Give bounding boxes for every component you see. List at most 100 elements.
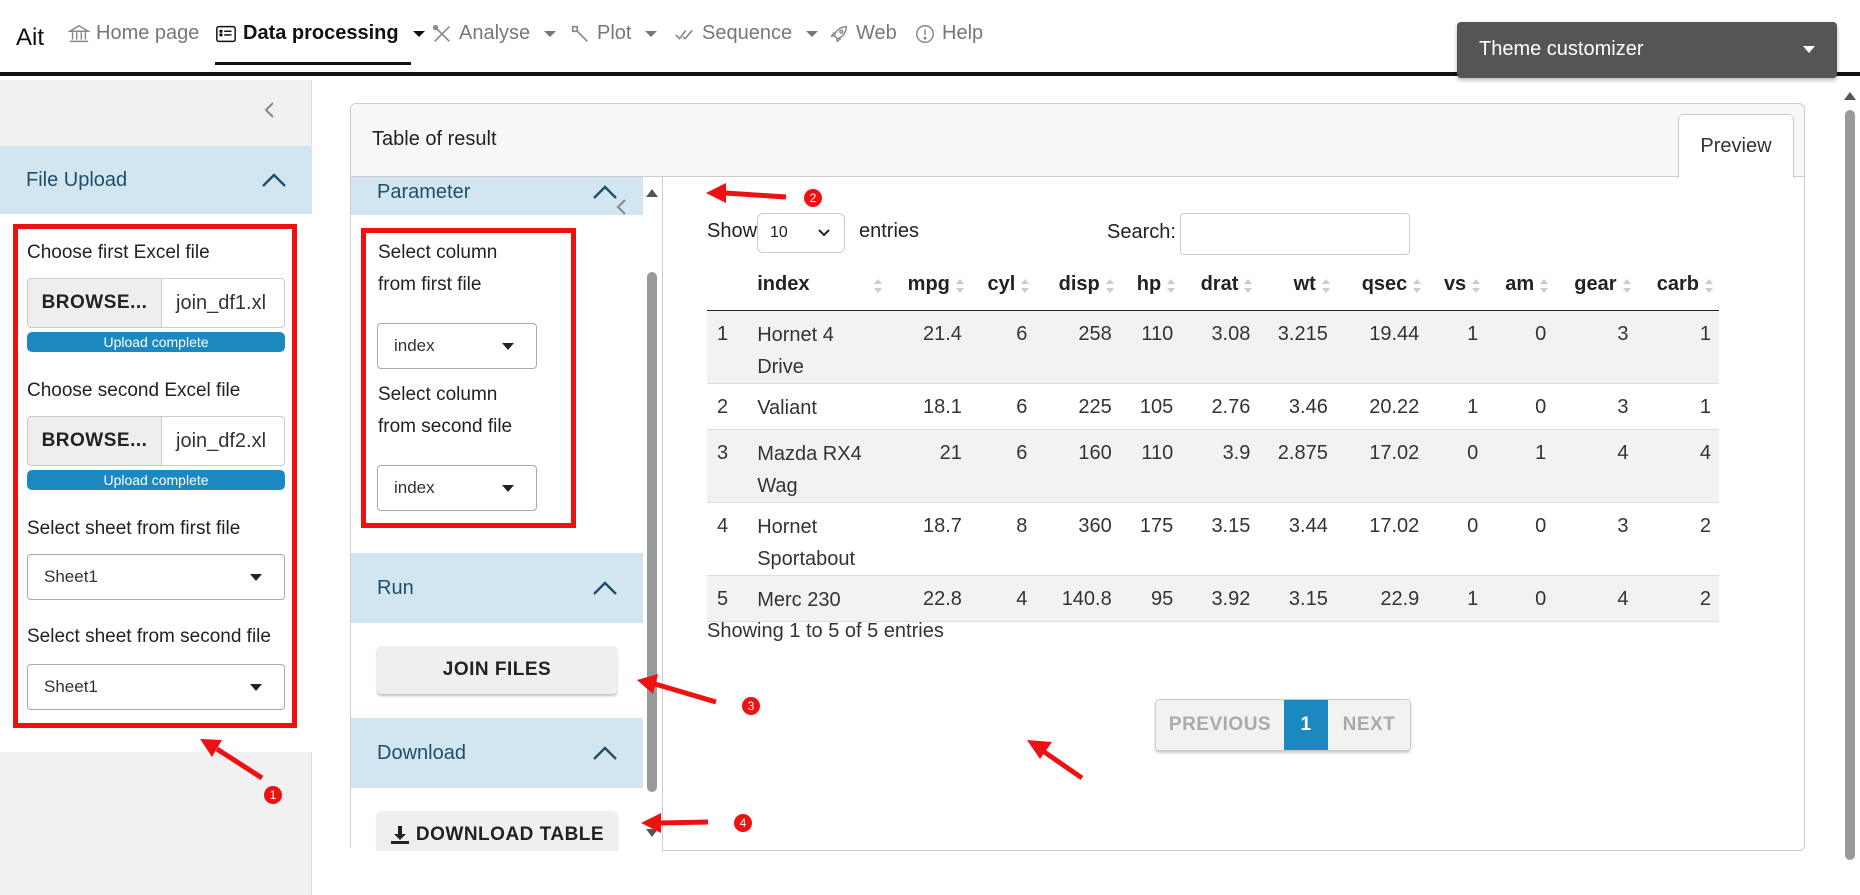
sheet-first-select[interactable]: Sheet1 [27, 554, 285, 600]
chevron-left-icon[interactable] [616, 199, 628, 215]
col-header-label: mpg [907, 273, 950, 296]
cell-index-line2: Sportabout [757, 547, 856, 570]
parameter-header[interactable]: Parameter [351, 177, 643, 215]
scroll-thumb[interactable] [647, 272, 657, 792]
theme-customizer-button[interactable]: Theme customizer [1457, 22, 1837, 78]
nav-plot[interactable]: Plot [569, 22, 658, 45]
cell-am: 1 [1486, 429, 1555, 503]
show-label: Show [707, 220, 758, 242]
download-table-button[interactable]: DOWNLOAD TABLE [377, 811, 617, 851]
next-button[interactable]: NEXT [1328, 700, 1410, 750]
col-header-cyl[interactable]: cyl [969, 260, 1036, 311]
page-1-button[interactable]: 1 [1284, 700, 1328, 750]
cell-index: Mazda RX4 Wag [749, 429, 888, 503]
col-second-select[interactable]: index [377, 465, 537, 511]
col-header-wt[interactable]: wt [1258, 260, 1336, 311]
tab-preview[interactable]: Preview [1678, 114, 1794, 178]
entries-select[interactable]: 10 [757, 213, 845, 253]
nav-data-processing[interactable]: Data processing [215, 22, 425, 45]
download-table-label: DOWNLOAD TABLE [415, 824, 605, 845]
col-first-label-line1: Select column [378, 242, 498, 263]
col-first-select[interactable]: index [377, 323, 537, 369]
col-second-label-line2: from second file [378, 416, 513, 437]
entries-value: 10 [770, 224, 788, 241]
sort-icon [1167, 279, 1176, 293]
sort-icon [1321, 279, 1330, 293]
table-row[interactable]: 2 Valiant 18.1 6 225 105 2.76 3.46 20.22 1 0 3 1 [707, 383, 1719, 430]
nav-analyse-label: Analyse [459, 22, 531, 44]
col-second-value: index [394, 478, 435, 497]
sort-icon [1540, 279, 1549, 293]
cell-mpg: 22.8 [887, 575, 970, 622]
cell-gear: 3 [1554, 502, 1637, 576]
result-card: Table of result Preview Parameter Select… [350, 103, 1805, 851]
browse-second-button[interactable]: BROWSE... [28, 417, 162, 465]
table-row[interactable]: 5 Merc 230 22.8 4 140.8 95 3.92 3.15 22.9 1 0 4 2 [707, 575, 1719, 622]
active-tab-indicator [215, 62, 411, 65]
table-info: Showing 1 to 5 of 5 entries [707, 620, 944, 642]
table-row[interactable]: 3 Mazda RX4 Wag 21 6 160 110 3.9 2.875 17.02 0 1 4 4 [707, 429, 1719, 503]
nav-web[interactable]: Web [828, 22, 897, 45]
cell-carb: 1 [1636, 383, 1719, 430]
cell-hp: 110 [1119, 429, 1182, 503]
cell-mpg: 18.7 [887, 502, 970, 576]
download-header[interactable]: Download [351, 718, 643, 788]
col-header-label: qsec [1361, 273, 1408, 296]
sort-icon [1705, 279, 1713, 293]
col-header-mpg[interactable]: mpg [887, 260, 970, 311]
cell-am: 0 [1486, 502, 1555, 576]
page-scroll-thumb[interactable] [1845, 110, 1855, 860]
cell-wt: 3.44 [1258, 502, 1336, 576]
second-upload-progress: Upload complete [27, 470, 285, 490]
file-upload-header[interactable]: File Upload [0, 146, 312, 214]
sheet-second-select[interactable]: Sheet1 [27, 664, 285, 710]
chevron-down-icon [502, 343, 514, 350]
table-row[interactable]: 4 Hornet Sportabout 18.7 8 360 175 3.15 3.44 17.0… [707, 502, 1719, 576]
scroll-up-icon[interactable] [646, 189, 658, 197]
chevron-left-icon[interactable] [262, 102, 278, 118]
cell-hp: 175 [1119, 502, 1182, 576]
chevron-down-icon [544, 30, 557, 37]
sidebar: File Upload Choose first Excel file BROW… [0, 80, 312, 895]
col-header-hp[interactable]: hp [1119, 260, 1182, 311]
scroll-down-icon[interactable] [646, 829, 658, 837]
col-header-gear[interactable]: gear [1554, 260, 1637, 311]
join-files-button[interactable]: JOIN FILES [377, 646, 617, 694]
col-header-qsec[interactable]: qsec [1335, 260, 1428, 311]
nav-analyse[interactable]: Analyse [431, 22, 557, 45]
col-header-vs[interactable]: vs [1427, 260, 1487, 311]
nav-home[interactable]: Home page [68, 22, 199, 45]
col-header-am[interactable]: am [1486, 260, 1555, 311]
entries-label: entries [859, 220, 920, 242]
download-icon [390, 826, 409, 844]
table-row[interactable]: 1 Hornet 4 Drive 21.4 6 258 110 3.08 3.215 19.44 1… [707, 310, 1719, 384]
previous-button[interactable]: PREVIOUS [1156, 700, 1284, 750]
cell-qsec: 17.02 [1335, 502, 1428, 576]
first-file-input[interactable]: BROWSE... join_df1.xl [27, 278, 285, 328]
cell-mpg: 21 [887, 429, 970, 503]
nav-sequence[interactable]: Sequence [674, 22, 819, 45]
brand[interactable]: Ait [16, 24, 44, 52]
cell-index: Valiant [749, 383, 888, 430]
col-header-index[interactable]: index [749, 260, 888, 311]
browse-first-button[interactable]: BROWSE... [28, 279, 162, 327]
cell-disp: 160 [1035, 429, 1120, 503]
col-header-label: disp [1058, 273, 1100, 296]
cell-vs: 1 [1427, 310, 1487, 384]
card-header: Table of result Preview [351, 104, 1804, 178]
col-header-label: drat [1200, 273, 1239, 296]
scroll-up-icon[interactable] [1844, 92, 1856, 100]
data-table: index mpg cyl disp hp drat wt qsec vs am gear carb … [707, 260, 1719, 622]
cell-carb: 4 [1636, 429, 1719, 503]
first-file-name: join_df1.xl [176, 291, 267, 314]
col-header-drat[interactable]: drat [1181, 260, 1259, 311]
search-input[interactable] [1180, 213, 1410, 255]
cell-am: 0 [1486, 383, 1555, 430]
nav-help[interactable]: Help [914, 22, 983, 45]
col-header-carb[interactable]: carb [1636, 260, 1719, 311]
page-scrollbar[interactable] [1840, 80, 1860, 895]
second-file-input[interactable]: BROWSE... join_df2.xl [27, 416, 285, 466]
run-header[interactable]: Run [351, 553, 643, 623]
col-header-disp[interactable]: disp [1035, 260, 1120, 311]
chevron-up-icon [593, 185, 617, 199]
